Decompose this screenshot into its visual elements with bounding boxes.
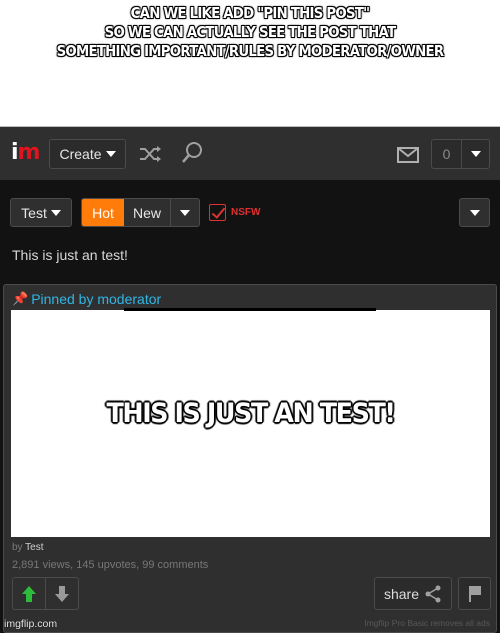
upvote-button[interactable] — [13, 578, 45, 609]
share-icon — [425, 585, 441, 602]
imgflip-screenshot: im Create 0 Test Hot New NSFW This is ju… — [0, 126, 500, 633]
chevron-down-icon — [180, 209, 190, 216]
nsfw-toggle[interactable]: NSFW — [209, 204, 260, 221]
notification-count: 0 — [432, 140, 462, 168]
caption-line: SOMETHING IMPORTANT/RULES BY MODERATOR/O… — [56, 42, 445, 60]
stream-description: This is just an test! — [12, 247, 128, 263]
stream-label: Test — [21, 204, 47, 221]
caption-line: CAN WE LIKE ADD "PIN THIS POST" — [130, 4, 370, 22]
meme-image[interactable]: THIS IS JUST AN TEST! — [11, 308, 490, 537]
arrow-up-icon — [22, 585, 36, 602]
chevron-down-icon — [50, 209, 61, 216]
vote-buttons — [12, 577, 79, 610]
imgflip-logo[interactable]: im — [11, 142, 40, 164]
downvote-button[interactable] — [45, 578, 78, 609]
notifications-button[interactable]: 0 — [431, 139, 490, 169]
post-author-line: by Test — [12, 542, 44, 553]
sort-more-dropdown[interactable] — [171, 199, 199, 226]
pinned-indicator: 📌 Pinned by moderator — [12, 291, 161, 307]
nsfw-checkbox[interactable] — [209, 204, 226, 221]
nsfw-label: NSFW — [231, 207, 261, 218]
chevron-down-icon — [105, 151, 116, 157]
stream-filter-bar: Test Hot New NSFW This is just an test! — [0, 180, 500, 290]
top-navbar: im Create 0 — [0, 126, 500, 180]
meme-caption: CAN WE LIKE ADD "PIN THIS POST" SO WE CA… — [35, 4, 465, 61]
stream-select-button[interactable]: Test — [10, 198, 72, 227]
flag-icon — [468, 585, 481, 602]
arrow-down-icon — [55, 585, 69, 602]
shuffle-icon[interactable] — [139, 144, 163, 164]
sort-new-button[interactable]: New — [124, 199, 171, 226]
create-label: Create — [59, 146, 102, 162]
image-top-border — [124, 308, 376, 311]
user-menu-dropdown[interactable] — [462, 151, 489, 157]
meme-text: THIS IS JUST AN TEST! — [106, 398, 395, 429]
share-label: share — [383, 585, 420, 602]
post-stats: 2,891 views, 145 upvotes, 99 comments — [12, 559, 209, 571]
imgflip-watermark: imgflip.com — [4, 618, 58, 630]
pro-upsell-link[interactable]: Imgflip Pro Basic removes all ads — [364, 618, 490, 628]
stream-options-dropdown[interactable] — [459, 198, 490, 227]
pinned-post-card: 📌 Pinned by moderator THIS IS JUST AN TE… — [3, 284, 497, 633]
sort-hot-button[interactable]: Hot — [82, 199, 124, 226]
caption-line: SO WE CAN ACTUALLY SEE THE POST THAT — [104, 23, 396, 41]
pinned-label: Pinned by moderator — [31, 291, 162, 307]
share-button[interactable]: share — [374, 577, 452, 610]
sort-toggle-group: Hot New — [81, 198, 200, 227]
report-flag-button[interactable] — [458, 577, 491, 610]
search-icon[interactable] — [181, 141, 203, 165]
chevron-down-icon — [470, 151, 481, 157]
pushpin-icon: 📌 — [12, 291, 29, 306]
chevron-down-icon — [469, 209, 480, 216]
mail-icon[interactable] — [397, 146, 419, 164]
post-author-link[interactable]: Test — [25, 542, 43, 553]
create-button[interactable]: Create — [49, 139, 126, 169]
